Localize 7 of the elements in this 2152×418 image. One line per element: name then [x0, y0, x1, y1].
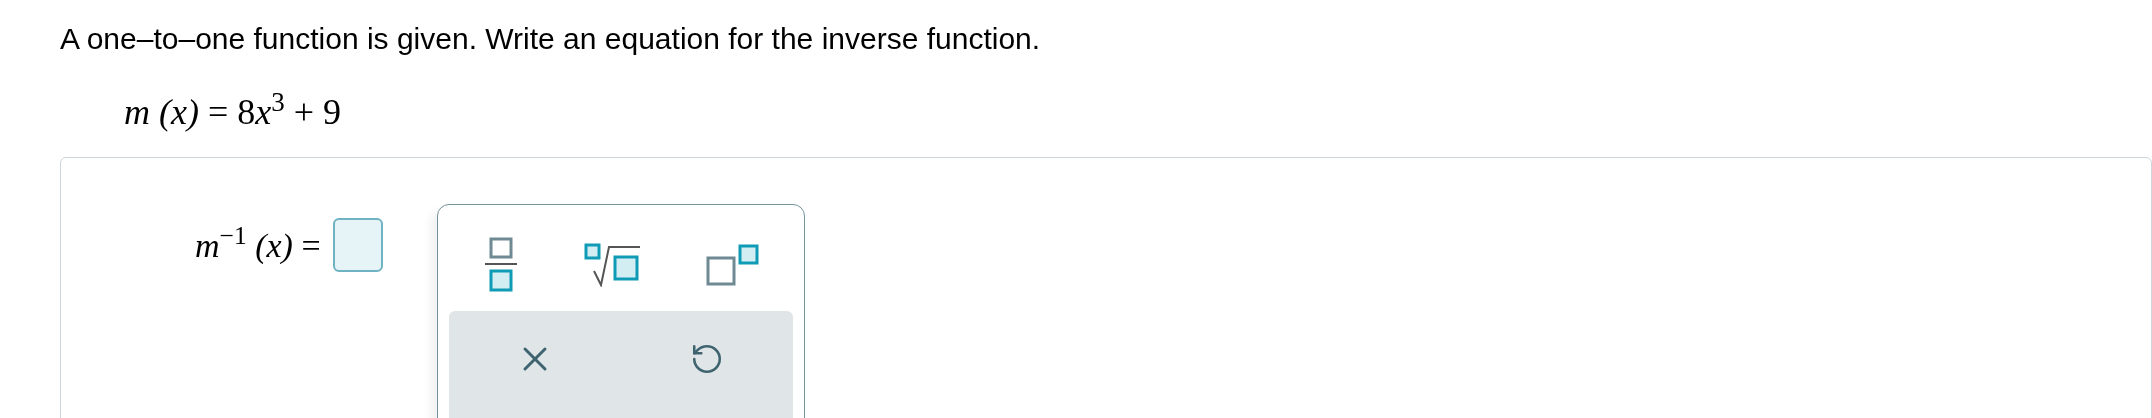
given-equation: m (x) = 8x$^{3}$ + 9	[124, 92, 342, 132]
question-text: A one–to–one function is given. Write an equation for the inverse function.	[60, 21, 1042, 57]
exponent-icon	[705, 244, 760, 286]
root-icon	[583, 243, 642, 287]
fraction-icon	[482, 237, 519, 293]
answer-field[interactable]	[332, 218, 383, 272]
answer-label: m$^{−1}$ (x) =	[195, 219, 321, 266]
